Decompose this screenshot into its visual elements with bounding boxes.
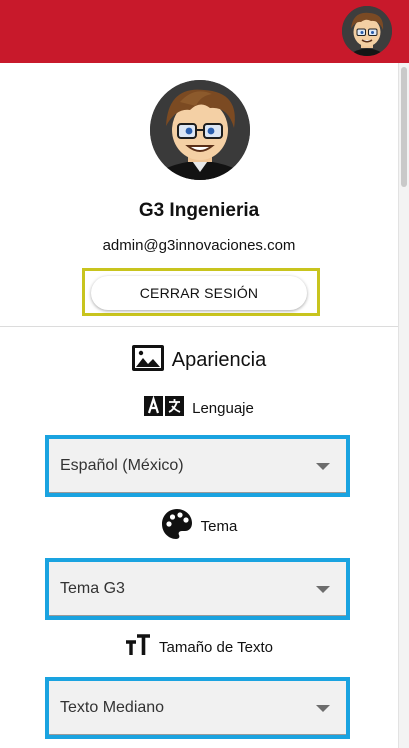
appearance-heading: Apariencia [0,344,398,376]
chevron-down-icon[interactable] [316,585,330,593]
text-size-select-field[interactable]: Texto Mediano [49,681,346,735]
language-select-field[interactable]: Español (México) [49,439,346,493]
translate-icon [144,394,185,421]
language-selected-value: Español (México) [60,456,184,474]
text-size-select[interactable]: Texto Mediano [45,677,350,739]
panel-scrollbar[interactable] [398,63,409,748]
text-size-heading: Tamaño de Texto [0,633,398,661]
user-email: admin@g3innovaciones.com [102,237,296,254]
chevron-down-icon[interactable] [316,462,330,470]
scrollbar-thumb[interactable] [401,67,407,187]
profile-avatar [150,80,250,180]
language-heading: Lenguaje [0,394,398,421]
theme-select-field[interactable]: Tema G3 [49,562,346,616]
appearance-heading-label: Apariencia [171,348,267,371]
text-size-selected-value: Texto Mediano [60,698,165,716]
user-name: G3 Ingenieria [138,200,260,221]
logout-button[interactable]: CERRAR SESIÓN [91,276,307,310]
image-icon [131,344,164,376]
user-avatar-icon[interactable] [342,6,392,56]
text-size-label: Tamaño de Texto [159,638,273,656]
text-size-icon [125,633,151,661]
section-divider [0,326,398,327]
palette-icon [161,508,193,545]
app-header [0,0,409,63]
theme-label: Tema [200,517,238,535]
theme-heading: Tema [0,508,398,539]
chevron-down-icon[interactable] [316,704,330,712]
theme-select[interactable]: Tema G3 [45,558,350,620]
language-label: Lenguaje [192,399,254,417]
theme-selected-value: Tema G3 [60,579,125,597]
language-select[interactable]: Español (México) [45,435,350,497]
